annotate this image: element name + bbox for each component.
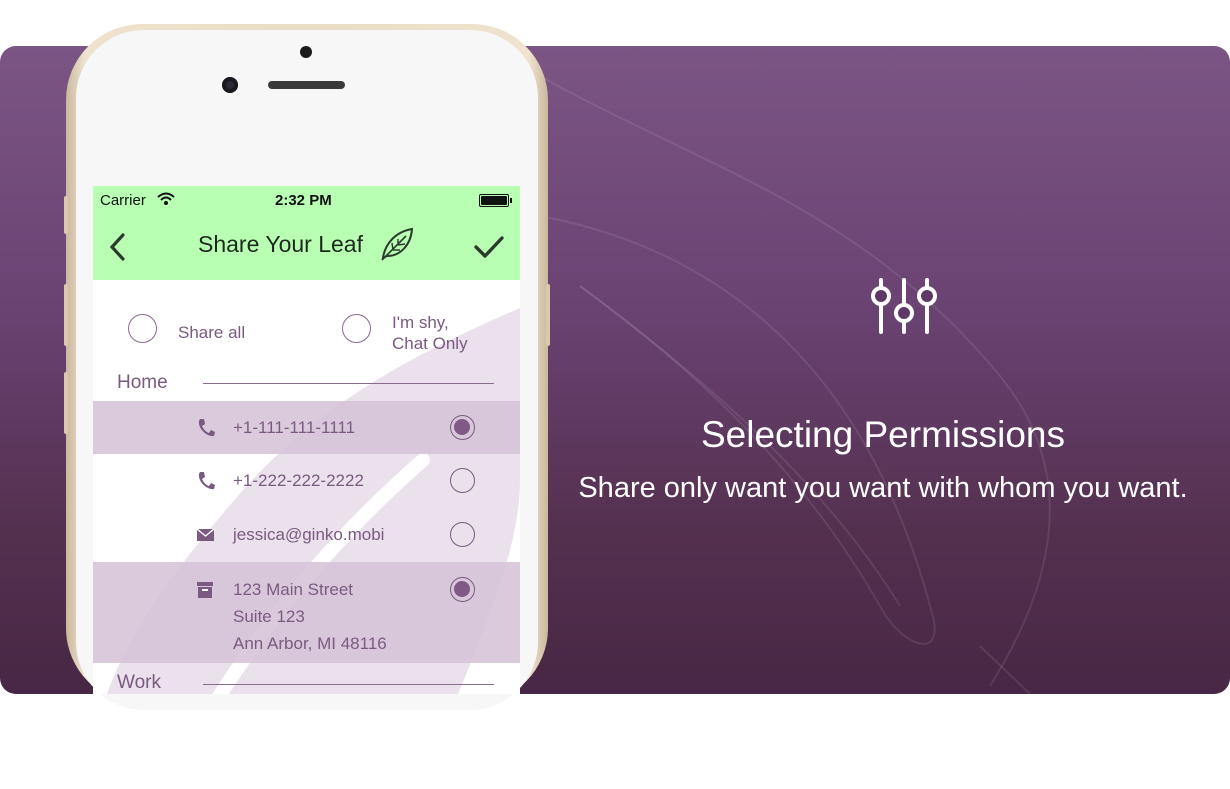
permission-radio[interactable] <box>450 415 475 440</box>
contact-row-phone-2[interactable]: +1-222-222-2222 <box>93 454 520 507</box>
earpiece-speaker <box>268 81 345 89</box>
carrier-label: Carrier <box>100 192 146 209</box>
phone-side-button <box>64 284 68 346</box>
permission-radio[interactable] <box>450 577 475 602</box>
section-divider <box>203 684 494 685</box>
contact-value: +1-111-111-1111 <box>233 418 356 437</box>
chat-only-label-line2: Chat Only <box>392 334 468 353</box>
contact-value: jessica@ginko.mobi <box>233 525 385 544</box>
address-line-1: 123 Main Street <box>233 580 354 599</box>
share-all-radio[interactable] <box>128 314 157 343</box>
confirm-check-icon[interactable] <box>473 234 505 260</box>
battery-icon <box>479 194 512 207</box>
phone-side-button <box>64 372 68 434</box>
phone-icon <box>198 419 215 437</box>
permission-radio[interactable] <box>450 522 475 547</box>
contact-value: +1-222-222-2222 <box>233 471 364 490</box>
front-sensor <box>300 46 312 58</box>
sliders-icon <box>871 278 937 334</box>
permissions-content: Share all I'm shy, Chat Only Home +1-111… <box>93 280 520 694</box>
phone-icon <box>198 472 215 490</box>
chat-only-label-line1: I'm shy, <box>392 313 449 332</box>
leaf-icon <box>381 227 414 261</box>
back-chevron-icon[interactable] <box>107 232 127 262</box>
share-all-label: Share all <box>178 323 246 342</box>
phone-side-button <box>546 284 550 346</box>
contact-row-email[interactable]: jessica@ginko.mobi <box>93 508 520 561</box>
contact-row-address[interactable]: 123 Main Street Suite 123 Ann Arbor, MI … <box>93 562 520 663</box>
section-work-label: Work <box>117 672 161 693</box>
permission-radio[interactable] <box>450 468 475 493</box>
contact-row-phone-1[interactable]: +1-111-111-1111 <box>93 401 520 454</box>
nav-title: Share Your Leaf <box>198 231 363 257</box>
feature-subtitle: Share only want you want with whom you w… <box>578 472 1188 504</box>
clock-label: 2:32 PM <box>275 192 332 209</box>
address-icon <box>197 582 213 598</box>
section-divider <box>203 383 494 384</box>
email-icon <box>197 529 214 541</box>
app-screen: Carrier 2:32 PM Share Your Leaf Share al… <box>93 186 520 694</box>
wifi-icon <box>157 192 175 205</box>
feature-title: Selecting Permissions <box>701 414 1065 455</box>
chat-only-radio[interactable] <box>342 314 371 343</box>
phone-side-button <box>64 196 68 234</box>
nav-bar: Carrier 2:32 PM Share Your Leaf <box>93 186 520 280</box>
address-line-2: Suite 123 <box>233 607 305 626</box>
front-camera-icon <box>222 77 238 93</box>
address-line-3: Ann Arbor, MI 48116 <box>233 634 387 653</box>
section-home-label: Home <box>117 372 168 393</box>
